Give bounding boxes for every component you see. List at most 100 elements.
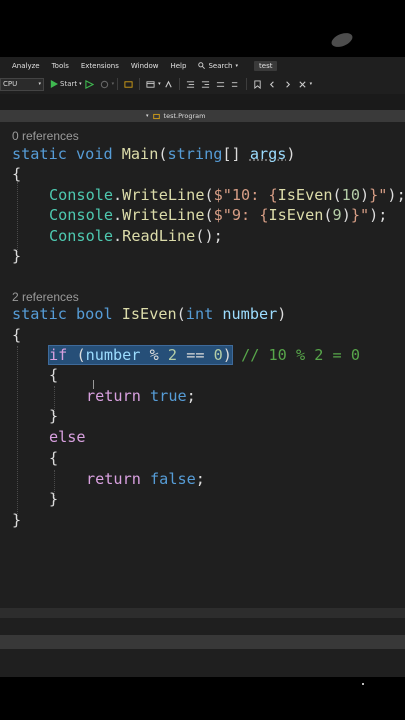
token-comment: // 10 % 2 = 0 xyxy=(241,346,360,364)
token-keyword: false xyxy=(150,470,196,488)
chevron-down-icon: ▾ xyxy=(38,81,41,87)
token-keyword: void xyxy=(76,145,113,163)
token-keyword: true xyxy=(150,387,187,405)
hot-reload-icon[interactable] xyxy=(100,80,109,89)
menu-extensions[interactable]: Extensions xyxy=(75,62,125,70)
token-number: 2 xyxy=(167,346,178,364)
video-bottom-margin xyxy=(0,677,405,720)
platform-select[interactable]: CPU ▾ xyxy=(0,77,44,91)
toolbar-separator xyxy=(139,78,141,90)
token-control-keyword: return xyxy=(86,470,141,488)
main-references-codelens[interactable]: 0 references xyxy=(12,129,79,143)
menu-tools[interactable]: Tools xyxy=(46,62,75,70)
code-line-else: else xyxy=(49,428,86,446)
token-parameter: number xyxy=(85,346,141,364)
search-box[interactable]: Search ▾ xyxy=(192,62,244,70)
chevron-down-icon: ▾ xyxy=(158,81,161,87)
menu-help[interactable]: Help xyxy=(164,62,192,70)
token-number: 10 xyxy=(341,186,360,204)
browser-link-icon[interactable] xyxy=(146,80,155,89)
code-line-brace: } xyxy=(49,490,59,508)
token-number: 0 xyxy=(213,346,223,364)
start-label: Start xyxy=(60,80,78,88)
token-control-keyword: else xyxy=(49,428,86,446)
toolbar-separator xyxy=(117,78,119,90)
text-selection[interactable]: if (number % 2 == 0) xyxy=(48,345,233,365)
indent-icon[interactable] xyxy=(201,80,210,89)
prev-bookmark-icon[interactable] xyxy=(268,80,277,89)
git-icon[interactable] xyxy=(164,80,173,89)
token-parameter: number xyxy=(222,305,278,323)
tab-strip xyxy=(0,94,405,110)
token-keyword: static xyxy=(12,145,67,163)
comment-icon[interactable] xyxy=(216,80,225,89)
code-line-iseven-signature: static bool IsEven(int number) xyxy=(12,305,287,323)
navigation-bar[interactable]: ▾ test.Program xyxy=(0,110,405,122)
token-method: WriteLine xyxy=(122,186,205,204)
indent-guide xyxy=(17,182,18,252)
chevron-down-icon: ▾ xyxy=(111,81,115,87)
token-method: Main xyxy=(121,145,159,163)
token-control-keyword: if xyxy=(49,346,68,364)
code-line-writeline-10: Console.WriteLine($"10: {IsEven(10)}"); xyxy=(49,186,405,204)
format-icon[interactable] xyxy=(186,80,195,89)
search-icon xyxy=(198,62,206,69)
mouse-cursor xyxy=(93,380,96,389)
token-keyword: static xyxy=(12,305,67,323)
code-line-brace: { xyxy=(12,326,22,344)
code-line-if: if (number % 2 == 0) // 10 % 2 = 0 xyxy=(48,345,360,365)
code-line-brace: } xyxy=(49,407,59,425)
start-without-debugging-icon[interactable] xyxy=(84,79,94,89)
menu-window[interactable]: Window xyxy=(125,62,165,70)
code-line-brace: } xyxy=(12,247,22,265)
token-method: IsEven xyxy=(268,206,324,224)
toolbar: CPU ▾ Start ▾ ▾ ▾ ▾ xyxy=(0,74,405,94)
chevron-down-icon: ▾ xyxy=(79,81,82,87)
window-layout-icon[interactable] xyxy=(124,80,133,89)
token-string: }" xyxy=(369,186,388,204)
token-class: Console xyxy=(49,186,114,204)
token-method: IsEven xyxy=(277,186,333,204)
speck xyxy=(362,683,364,685)
code-line-brace: { xyxy=(49,449,59,467)
token-string: $"10: { xyxy=(213,186,278,204)
token-number: 9 xyxy=(332,206,342,224)
code-line-return-true: return true; xyxy=(86,387,196,405)
token-keyword: string xyxy=(167,145,223,163)
play-icon xyxy=(50,80,58,88)
toolbar-separator xyxy=(245,78,247,90)
token-keyword: int xyxy=(185,305,214,323)
token-parameter: args xyxy=(249,145,287,163)
uncomment-icon[interactable] xyxy=(231,80,240,89)
editor-horizontal-scrollbar[interactable] xyxy=(0,608,405,618)
platform-value: CPU xyxy=(3,80,18,88)
code-line-return-false: return false; xyxy=(86,470,205,488)
navbar-scope: test.Program xyxy=(163,112,206,120)
code-editor[interactable]: 0 references static void Main(string[] a… xyxy=(0,122,405,608)
code-line-main-signature: static void Main(string[] args) xyxy=(12,145,296,163)
token-method: WriteLine xyxy=(122,206,205,224)
solution-name-badge: test xyxy=(254,60,278,71)
token-method: ReadLine xyxy=(122,227,196,245)
next-bookmark-icon[interactable] xyxy=(283,80,292,89)
menu-analyze[interactable]: Analyze xyxy=(0,62,46,70)
panel-gap xyxy=(0,618,405,635)
chevron-down-icon: ▾ xyxy=(146,113,149,119)
token-string: $"9: { xyxy=(213,206,269,224)
search-label: Search xyxy=(208,61,233,70)
class-icon xyxy=(152,113,160,119)
token-keyword: bool xyxy=(76,305,113,323)
token-control-keyword: return xyxy=(86,387,141,405)
token-string: }" xyxy=(350,206,370,224)
code-line-writeline-9: Console.WriteLine($"9: {IsEven(9)}"); xyxy=(49,206,388,224)
clear-bookmarks-icon[interactable] xyxy=(298,80,307,89)
toolbar-separator xyxy=(178,78,180,90)
indent-guide xyxy=(17,346,18,516)
bookmark-icon[interactable] xyxy=(253,79,262,89)
code-line-brace: { xyxy=(49,366,59,384)
output-panel xyxy=(0,649,405,677)
code-line-readline: Console.ReadLine(); xyxy=(49,227,223,245)
start-button[interactable]: Start ▾ xyxy=(50,80,82,88)
code-line-brace: { xyxy=(12,165,22,183)
iseven-references-codelens[interactable]: 2 references xyxy=(12,290,79,304)
